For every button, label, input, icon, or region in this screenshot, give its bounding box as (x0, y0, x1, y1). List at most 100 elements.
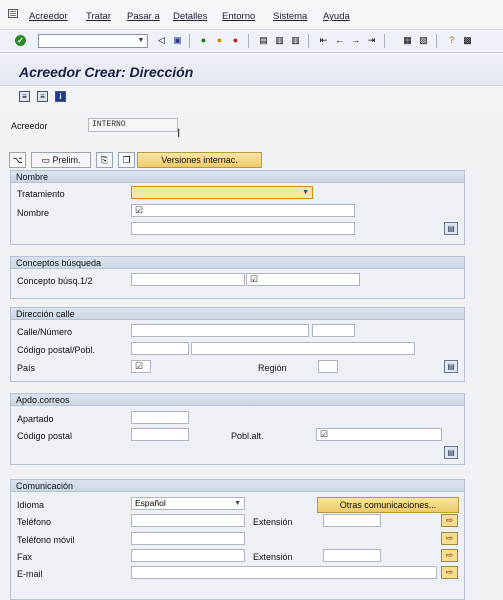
country-field[interactable]: ☑ (131, 360, 151, 373)
mobile-label: Teléfono móvil (17, 535, 75, 545)
search-term-1[interactable] (131, 273, 245, 286)
cancel-icon[interactable]: ● (230, 35, 241, 46)
fax-field[interactable] (131, 549, 245, 562)
more-po-box-icon[interactable]: ▤ (444, 446, 458, 459)
phone-extension-field[interactable] (323, 514, 381, 527)
other-city-field[interactable]: ☑ (316, 428, 442, 441)
postal-city-label: Código postal/Pobl. (17, 345, 96, 355)
back-icon[interactable]: ● (198, 35, 209, 46)
preview-button[interactable]: ▭ Prelim. (31, 152, 91, 168)
intl-versions-button[interactable]: Versiones internac. (137, 152, 262, 168)
search-term-label: Concepto búsq.1/2 (17, 276, 93, 286)
toolbar-separator (248, 34, 249, 48)
menu-detalles[interactable]: Detalles (173, 11, 207, 22)
region-field[interactable] (318, 360, 338, 373)
fax-label: Fax (17, 552, 33, 562)
print-icon[interactable]: ▤ (258, 35, 269, 46)
system-menu-icon[interactable] (8, 9, 18, 18)
first-page-icon[interactable]: ⇤ (318, 35, 329, 46)
arrow-right-icon[interactable]: ⇨ (441, 566, 458, 579)
country-label: País (17, 363, 36, 373)
print-preview-icon: ▭ (41, 155, 53, 165)
change-icon[interactable]: ≡ (37, 91, 48, 102)
phone-extension-label: Extensión (253, 517, 293, 527)
checkbox-icon: ☑ (320, 429, 329, 439)
menu-pasar-a[interactable]: Pasar a (127, 11, 160, 22)
group-po-box-title: Apdo.correos (11, 394, 464, 406)
fax-extension-field[interactable] (323, 549, 381, 562)
email-field[interactable] (131, 566, 437, 579)
menu-acreedor[interactable]: Acreedor (29, 11, 68, 22)
expand-icon[interactable]: ⌥ (9, 152, 26, 168)
mobile-field[interactable] (131, 532, 245, 545)
city-field[interactable] (191, 342, 415, 355)
page-title: Acreedor Crear: Dirección (19, 64, 194, 80)
preview-button-label: Prelim. (52, 155, 81, 165)
enter-icon[interactable]: ✓ (15, 35, 26, 46)
save-icon[interactable]: ▣ (172, 35, 183, 46)
text-cursor-icon: Ι (177, 126, 181, 140)
name-label: Nombre (17, 208, 50, 218)
menu-tratar[interactable]: Tratar (86, 11, 111, 22)
layout-icon[interactable]: ▩ (462, 35, 473, 46)
name-field-2[interactable] (131, 222, 355, 235)
street-label: Calle/Número (17, 327, 73, 337)
exit-icon[interactable]: ● (214, 35, 225, 46)
toolbar-separator (384, 34, 385, 48)
display-icon[interactable]: ≡ (19, 91, 30, 102)
language-label: Idioma (17, 500, 45, 510)
toolbar-separator (189, 34, 190, 48)
versions-icon[interactable]: ❐ (118, 152, 135, 168)
toolbar-separator (308, 34, 309, 48)
salutation-label: Tratamiento (17, 189, 65, 199)
arrow-right-icon[interactable]: ⇨ (441, 514, 458, 527)
menu-ayuda[interactable]: Ayuda (323, 11, 350, 22)
shortcut-icon[interactable]: ▧ (418, 35, 429, 46)
new-session-icon[interactable]: ▦ (402, 35, 413, 46)
last-page-icon[interactable]: ⇥ (366, 35, 377, 46)
map-icon[interactable]: ⎘ (96, 152, 113, 168)
salutation-select[interactable]: ▼ (131, 186, 313, 199)
group-search-terms-title: Conceptos búsqueda (11, 257, 464, 269)
chevron-down-icon[interactable]: ▼ (136, 36, 146, 46)
prev-page-icon[interactable]: ← (334, 35, 345, 46)
toolbar-separator (436, 34, 437, 48)
group-name-title: Nombre (11, 171, 464, 183)
chevron-down-icon[interactable]: ▼ (302, 187, 309, 198)
more-address-icon[interactable]: ▤ (444, 360, 458, 373)
other-communications-button[interactable]: Otras comunicaciones... (317, 497, 459, 513)
language-select[interactable]: Español ▼ (131, 497, 245, 510)
menu-sistema[interactable]: Sistema (273, 11, 307, 22)
next-page-icon[interactable]: → (350, 35, 361, 46)
street-field[interactable] (131, 324, 309, 337)
command-field[interactable]: ▼ (38, 34, 148, 48)
search-term-2[interactable]: ☑ (246, 273, 360, 286)
find-next-icon[interactable]: ▥ (290, 35, 301, 46)
fax-extension-label: Extensión (253, 552, 293, 562)
po-postal-field[interactable] (131, 428, 189, 441)
vendor-field: INTERNO (88, 118, 178, 132)
postal-code-field[interactable] (131, 342, 189, 355)
email-label: E-mail (17, 569, 43, 579)
arrow-right-icon[interactable]: ⇨ (441, 532, 458, 545)
info-icon[interactable]: i (55, 91, 66, 102)
back-arrow-icon[interactable]: ◁ (156, 35, 167, 46)
language-value: Español (135, 498, 166, 508)
po-postal-label: Código postal (17, 431, 73, 441)
other-city-label: Pobl.alt. (231, 431, 264, 441)
help-icon[interactable]: ? (446, 35, 457, 46)
house-number-field[interactable] (312, 324, 355, 337)
menu-entorno[interactable]: Entorno (222, 11, 255, 22)
name-field-1[interactable]: ☑ (131, 204, 355, 217)
po-box-field[interactable] (131, 411, 189, 424)
chevron-down-icon[interactable]: ▼ (234, 498, 241, 509)
checkbox-icon: ☑ (135, 205, 144, 215)
phone-field[interactable] (131, 514, 245, 527)
group-communication-title: Comunicación (11, 480, 464, 492)
find-icon[interactable]: ▥ (274, 35, 285, 46)
region-label: Región (258, 363, 287, 373)
application-toolbar (0, 86, 503, 108)
vendor-label: Acreedor (11, 121, 48, 131)
more-fields-icon[interactable]: ▤ (444, 222, 458, 235)
arrow-right-icon[interactable]: ⇨ (441, 549, 458, 562)
